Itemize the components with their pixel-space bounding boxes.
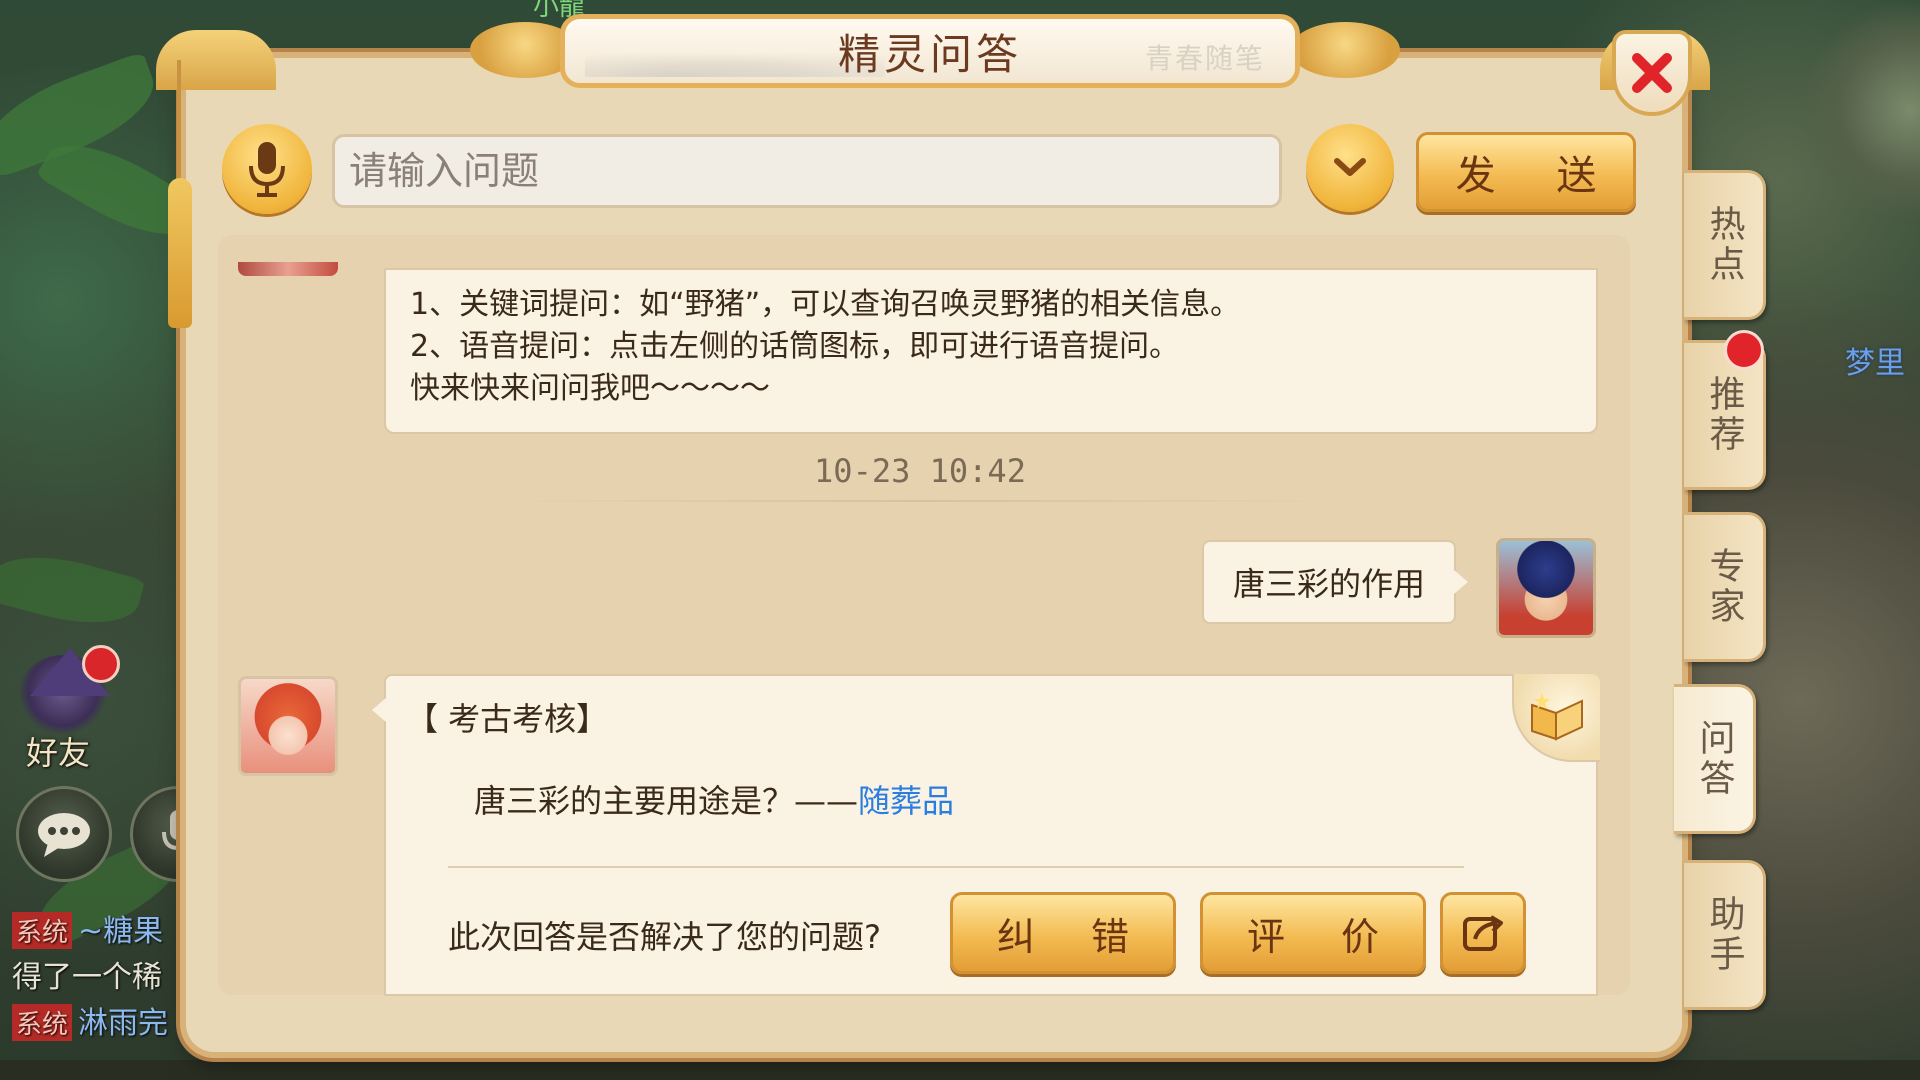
report-error-button[interactable]: 纠 错 (950, 892, 1176, 974)
tab-label: 推荐 (1703, 375, 1745, 455)
world-chat-line[interactable]: 系统 淋雨完 (12, 998, 168, 1042)
title-wing-ornament (1290, 22, 1400, 78)
tab-assistant[interactable]: 助手 (1684, 860, 1766, 1010)
chat-bubble-button[interactable] (16, 786, 112, 882)
notification-dot (82, 645, 120, 683)
answer-category: 【 考古考核】 (406, 700, 609, 738)
answer-question: 唐三彩的主要用途是？—— (474, 782, 859, 820)
recommend-badge (1724, 330, 1764, 370)
tassel-ornament (168, 178, 192, 328)
bot-avatar-partial (238, 262, 338, 276)
share-icon (1463, 915, 1503, 951)
system-tag: 系统 (12, 912, 73, 949)
tab-qa[interactable]: 问答 (1674, 684, 1756, 834)
user-message-text: 唐三彩的作用 (1232, 565, 1425, 603)
intro-line: 1、关键词提问：如“野猪”，可以查询召唤灵野猪的相关信息。 (410, 287, 1241, 322)
calligraphy-decoration: 青春随笔 (1144, 42, 1265, 75)
friend-button-label[interactable]: 好友 (26, 728, 90, 774)
rate-button[interactable]: 评 价 (1200, 892, 1426, 974)
close-button[interactable] (1612, 30, 1692, 116)
open-book-icon (1531, 693, 1583, 741)
voice-input-button[interactable] (222, 124, 312, 214)
answer-text: 唐三彩的主要用途是？——随葬品 (474, 776, 954, 822)
message-timestamp: 10-23 10:42 (814, 452, 1026, 490)
tab-expert[interactable]: 专家 (1684, 512, 1766, 662)
history-dropdown-button[interactable] (1306, 124, 1394, 212)
answer-link[interactable]: 随葬品 (858, 782, 954, 820)
system-tag: 系统 (12, 1004, 73, 1041)
tab-label: 助手 (1703, 895, 1745, 975)
intro-message-bubble: 1、关键词提问：如“野猪”，可以查询召唤灵野猪的相关信息。 2、语音提问：点击左… (384, 268, 1598, 434)
chevron-down-icon (1334, 158, 1366, 176)
bottom-hud-strip (0, 1060, 1920, 1080)
chat-text: ~糖果 (78, 914, 164, 949)
map-location-label: 梦里 (1845, 346, 1905, 381)
microphone-icon (249, 142, 285, 197)
spirit-avatar (238, 676, 338, 776)
share-button[interactable] (1440, 892, 1526, 974)
user-avatar[interactable] (1496, 538, 1596, 638)
map-emblem (1800, 0, 1920, 220)
close-icon (1632, 53, 1672, 93)
chat-text: 淋雨完 (78, 1006, 169, 1041)
timestamp-divider (505, 500, 1335, 502)
chat-text: 得了一个稀 (12, 960, 162, 995)
send-button[interactable]: 发 送 (1416, 132, 1636, 212)
answer-divider (448, 866, 1464, 868)
dialog-title-banner: 青春随笔 精灵问答 (560, 14, 1300, 88)
question-input[interactable] (332, 134, 1282, 208)
chat-bubble-icon (38, 813, 90, 857)
tab-label: 问答 (1693, 719, 1735, 799)
intro-line: 快来快来问问我吧～～～～ (410, 371, 770, 406)
dialog-title: 精灵问答 (837, 29, 1022, 79)
world-chat-line[interactable]: 系统 ~糖果 (12, 906, 163, 950)
feedback-prompt: 此次回答是否解决了您的问题? (448, 918, 881, 956)
intro-line: 2、语音提问：点击左侧的话筒图标，即可进行语音提问。 (410, 329, 1180, 364)
tab-label: 热点 (1703, 205, 1745, 285)
cloud-ornament (156, 30, 276, 90)
user-message-bubble: 唐三彩的作用 (1202, 540, 1468, 624)
world-chat-line[interactable]: 得了一个稀 (12, 952, 162, 996)
tab-label: 专家 (1703, 547, 1745, 627)
tab-hot[interactable]: 热点 (1684, 170, 1766, 320)
